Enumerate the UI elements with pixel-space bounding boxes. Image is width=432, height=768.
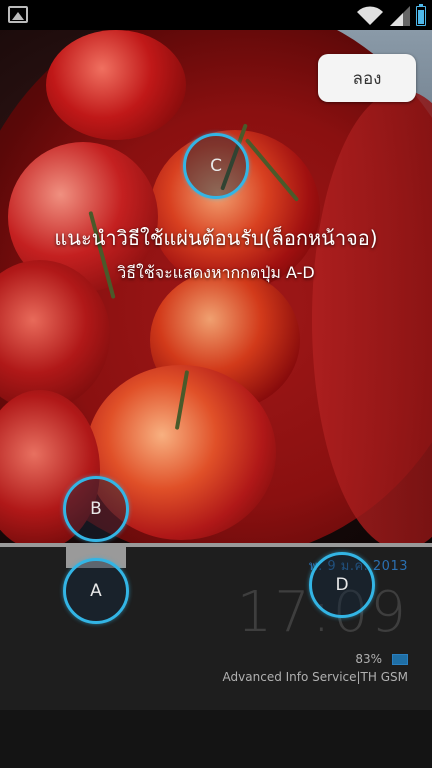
battery-fill — [418, 10, 424, 24]
carrier-label: Advanced Info Service|TH GSM — [222, 670, 408, 684]
try-button[interactable]: ลอง — [318, 54, 416, 102]
lockscreen-wallpaper — [0, 30, 432, 545]
cherry-image — [46, 30, 186, 140]
navigation-bar — [0, 710, 432, 768]
battery-icon — [416, 4, 426, 26]
guide-subtitle: วิธีใช้จะแสดงหากกดปุ่ม A-D — [117, 263, 315, 282]
signal-icon — [390, 6, 410, 26]
hint-circle-b[interactable]: B — [63, 476, 129, 542]
status-bar — [0, 0, 432, 30]
battery-percent: 83% — [355, 652, 382, 666]
hint-circle-a[interactable]: A — [63, 558, 129, 624]
unlock-track — [0, 543, 432, 547]
guide-title: แนะนำวิธีใช้แผ่นต้อนรับ(ล็อกหน้าจอ) — [54, 226, 378, 250]
hint-circle-c[interactable]: C — [183, 133, 249, 199]
gallery-icon — [8, 6, 28, 23]
battery-level-icon — [392, 653, 408, 665]
wifi-icon — [357, 6, 383, 26]
status-icons — [356, 4, 426, 26]
battery-status: 83% — [355, 652, 408, 666]
hint-circle-d[interactable]: D — [309, 552, 375, 618]
